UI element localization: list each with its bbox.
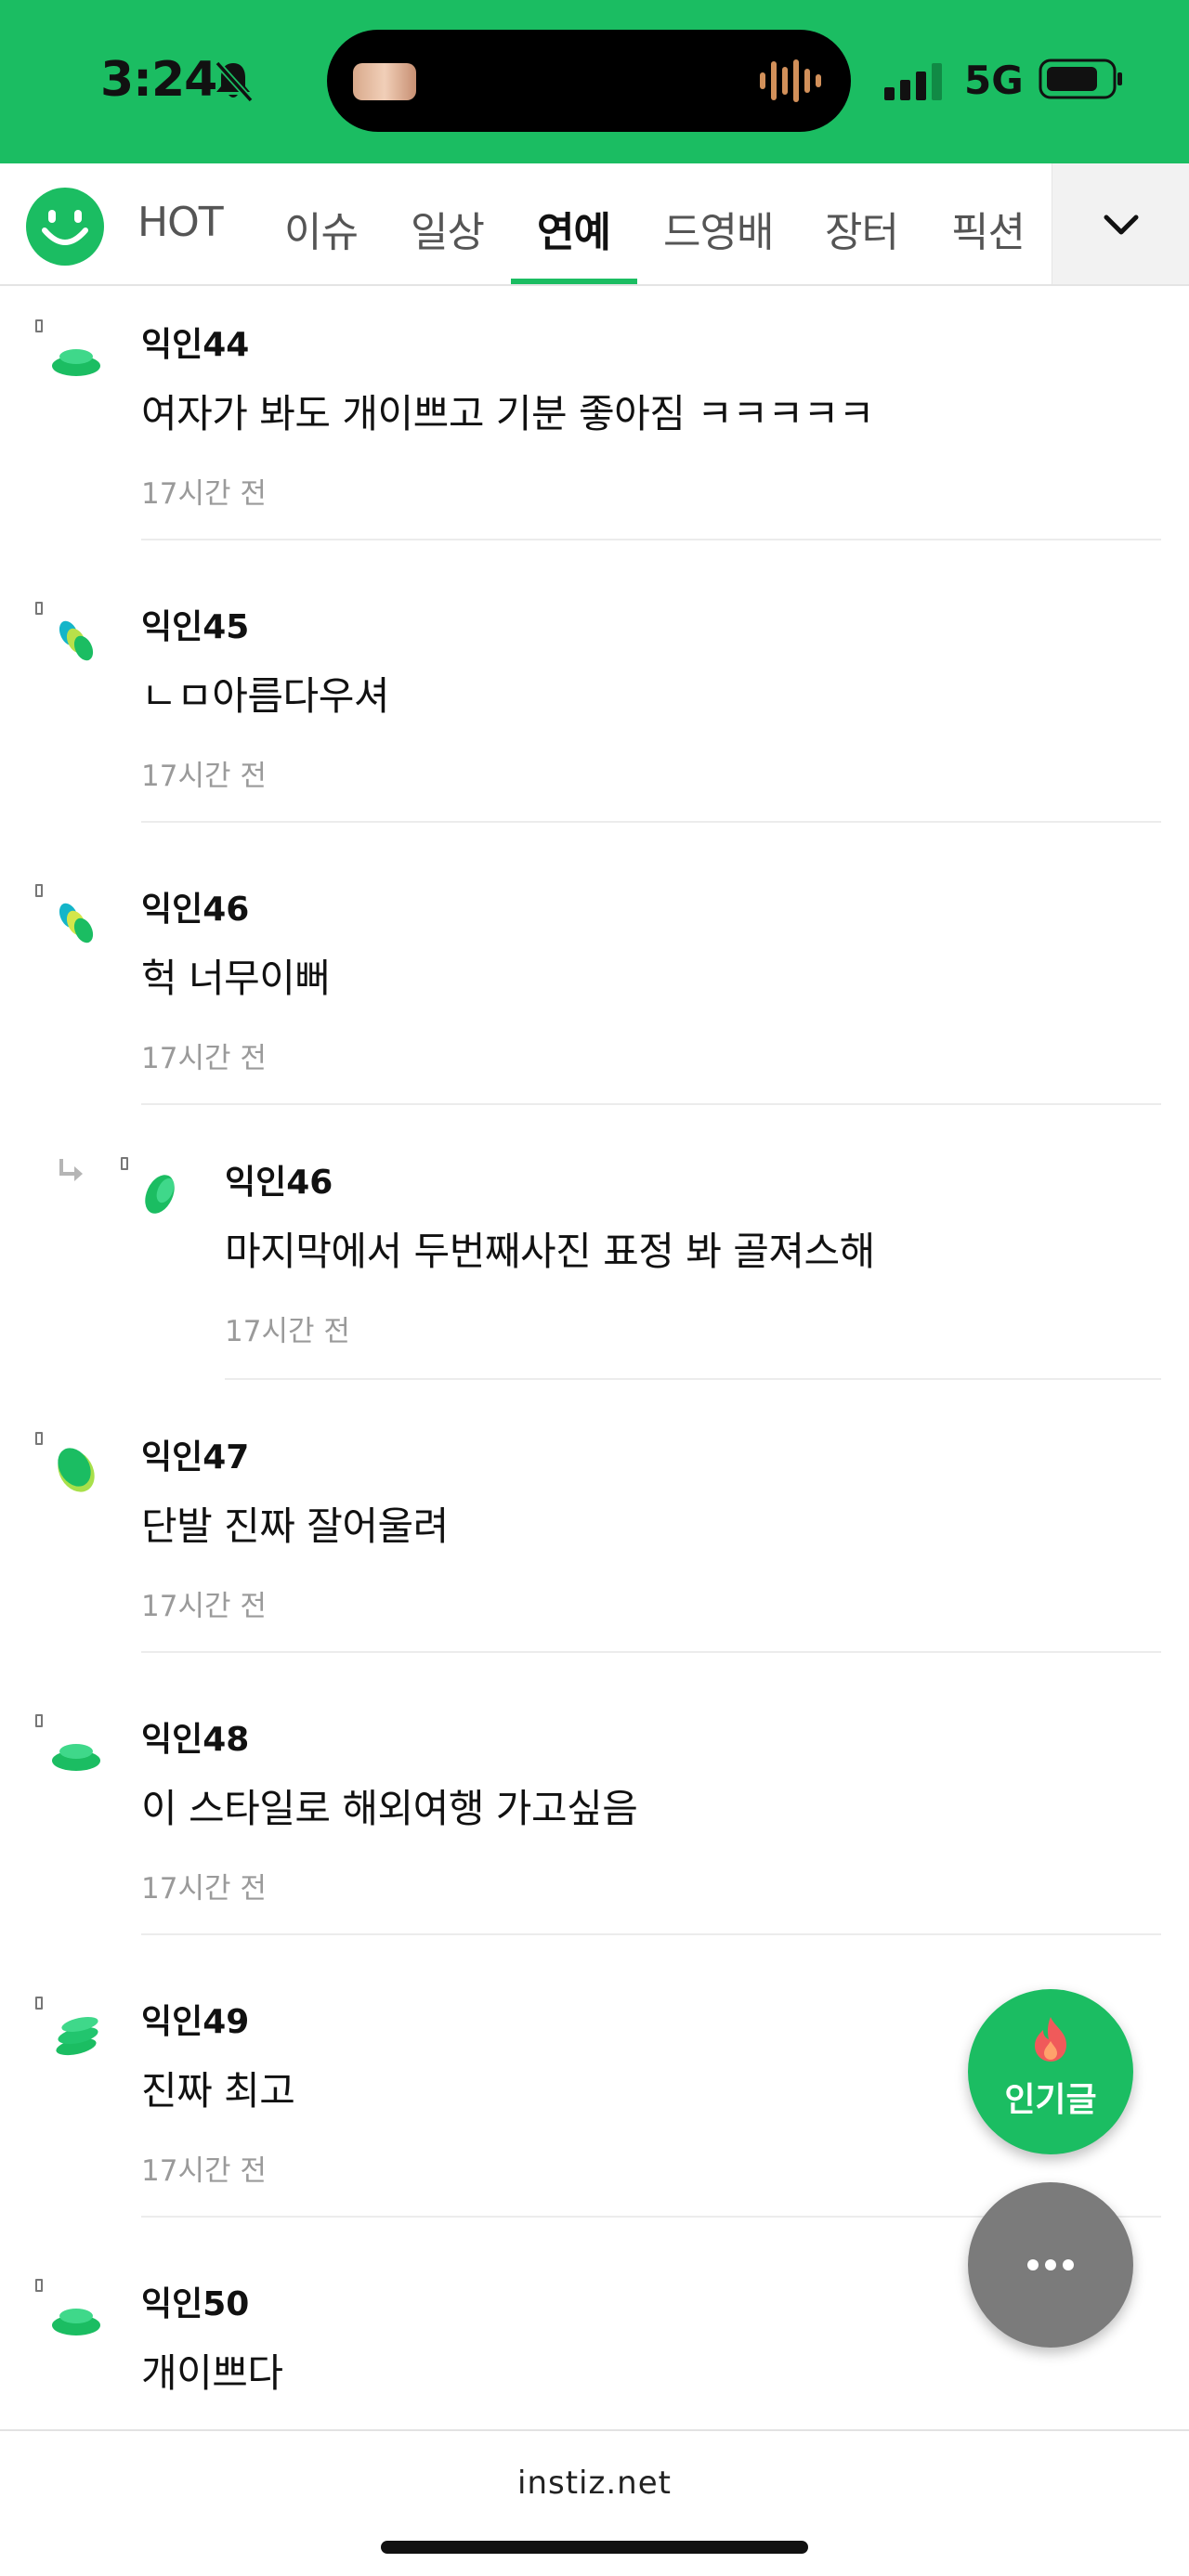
dynamic-island[interactable] [327, 30, 851, 132]
reply-item: 익인46 마지막에서 두번째사진 표정 봐 골져스해 17시간 전 [0, 1112, 1189, 1395]
comment-time: 17시간 전 [141, 1590, 267, 1623]
tab-drama-movie[interactable]: 드영배 [663, 199, 774, 258]
chevron-down-icon [1104, 215, 1139, 235]
category-nav: HOT 이슈 일상 연예 드영배 장터 픽션 [0, 163, 1189, 286]
anon-avatar-icon [59, 903, 94, 943]
site-url[interactable]: instiz.net [0, 2465, 1189, 2502]
anon-avatar-icon [145, 1175, 175, 1214]
network-type: 5G [964, 58, 1024, 103]
divider [141, 821, 1161, 823]
comment-text: 개이쁘다 [141, 2350, 283, 2396]
comment-author: 익인46 [141, 891, 250, 929]
divider [141, 1651, 1161, 1653]
comment-item: 익인46 헉 너무이뻐 17시간 전 [0, 851, 1189, 1133]
comment-author: 익인49 [141, 2003, 250, 2041]
comment-author: 익인48 [141, 1721, 250, 1759]
cellular-signal-icon [884, 63, 942, 100]
anon-avatar-icon [52, 2309, 100, 2335]
tab-daily[interactable]: 일상 [411, 199, 485, 258]
comment-author: 익인50 [141, 2285, 250, 2323]
comment-time: 17시간 전 [141, 760, 267, 793]
anon-avatar-icon [58, 1448, 95, 1492]
tab-entertainment[interactable]: 연예 [537, 199, 611, 258]
divider [141, 1933, 1161, 1935]
anon-avatar-icon [52, 349, 100, 376]
comment-marker-icon [35, 319, 43, 332]
anon-avatar-icon [59, 620, 94, 661]
comment-item: 익인47 단발 진짜 잘어울려 17시간 전 [0, 1399, 1189, 1681]
comment-marker-icon [35, 1432, 43, 1445]
comment-time: 17시간 전 [141, 2154, 267, 2188]
divider [141, 1103, 1161, 1105]
media-thumbnail [353, 63, 416, 100]
comment-author: 익인46 [225, 1164, 333, 1202]
smiley-logo-icon[interactable] [26, 188, 104, 266]
browser-footer: instiz.net [0, 2429, 1189, 2576]
popular-posts-button[interactable]: 인기글 [968, 1989, 1133, 2154]
audio-waveform-icon [760, 59, 821, 102]
comment-marker-icon [121, 1157, 128, 1170]
tab-fiction[interactable]: 픽션 [951, 199, 1026, 258]
divider [141, 539, 1161, 540]
anon-avatar-icon [56, 2016, 98, 2056]
reply-arrow-icon [59, 1159, 83, 1181]
comment-text: 헉 너무이뻐 [141, 956, 331, 1001]
comment-text: 마지막에서 두번째사진 표정 봐 골져스해 [225, 1229, 875, 1274]
more-tabs-button[interactable] [1052, 163, 1189, 284]
comment-time: 17시간 전 [141, 477, 267, 511]
comment-item: 익인45 ㄴㅁ아름다우셔 17시간 전 [0, 568, 1189, 851]
comment-marker-icon [35, 2279, 43, 2292]
popular-posts-label: 인기글 [1004, 2081, 1097, 2119]
comment-marker-icon [35, 1997, 43, 2010]
comment-marker-icon [35, 884, 43, 897]
comment-author: 익인45 [141, 608, 250, 646]
tab-issue[interactable]: 이슈 [284, 199, 359, 258]
comment-time: 17시간 전 [141, 1042, 267, 1075]
comment-time: 17시간 전 [141, 1872, 267, 1906]
more-menu-button[interactable] [968, 2182, 1133, 2348]
comment-author: 익인44 [141, 326, 250, 364]
divider [225, 1378, 1161, 1380]
bell-slash-icon [215, 60, 254, 103]
comment-author: 익인47 [141, 1438, 250, 1477]
comment-item: 익인48 이 스타일로 해외여행 가고싶음 17시간 전 [0, 1681, 1189, 1963]
comment-item: 익인44 여자가 봐도 개이쁘고 기분 좋아짐 ㅋㅋㅋㅋㅋ 17시간 전 [0, 286, 1189, 568]
anon-avatar-icon [52, 1744, 100, 1771]
more-dots-icon [1027, 2259, 1074, 2270]
comment-time: 17시간 전 [225, 1315, 350, 1348]
tab-market[interactable]: 장터 [825, 199, 899, 258]
status-bar: 3:24 5G [0, 0, 1189, 163]
comment-text: ㄴㅁ아름다우셔 [141, 673, 389, 719]
tab-hot[interactable]: HOT [137, 199, 224, 246]
status-time: 3:24 [100, 52, 217, 108]
comment-marker-icon [35, 1714, 43, 1727]
comment-text: 이 스타일로 해외여행 가고싶음 [141, 1786, 638, 1831]
home-indicator[interactable] [381, 2541, 808, 2554]
comment-marker-icon [35, 602, 43, 615]
active-tab-indicator [511, 279, 637, 284]
comment-text: 진짜 최고 [141, 2068, 295, 2114]
comment-text: 여자가 봐도 개이쁘고 기분 좋아짐 ㅋㅋㅋㅋㅋ [141, 391, 874, 436]
flame-icon [1035, 2017, 1066, 2062]
comment-text: 단발 진짜 잘어울려 [141, 1503, 449, 1549]
battery-icon [1039, 59, 1122, 99]
